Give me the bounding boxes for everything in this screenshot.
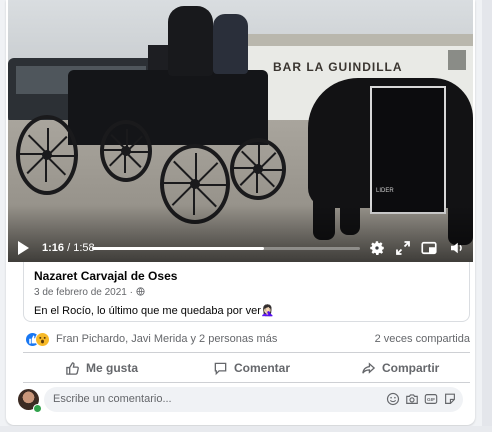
globe-icon bbox=[136, 287, 145, 296]
wheel-spoke bbox=[47, 128, 49, 155]
shared-post-date[interactable]: 3 de febrero de 2021 · bbox=[34, 287, 145, 298]
wheel-spoke bbox=[126, 135, 143, 153]
video-wheel-front-right bbox=[230, 138, 286, 200]
next-post-edge bbox=[0, 426, 492, 432]
wheel-spoke bbox=[20, 153, 47, 155]
wheel-spoke bbox=[195, 162, 219, 186]
divider bbox=[23, 382, 470, 383]
wheel-spoke bbox=[193, 184, 217, 208]
wheel-spoke bbox=[258, 145, 260, 169]
wheel-spoke bbox=[104, 149, 126, 151]
shared-post[interactable]: Nazaret Carvajal de Oses 3 de febrero de… bbox=[23, 262, 470, 322]
emoji-icon[interactable] bbox=[386, 392, 400, 406]
wow-reaction-icon[interactable] bbox=[35, 332, 50, 347]
wheel-spoke bbox=[195, 184, 226, 186]
share-count[interactable]: 2 veces compartida bbox=[375, 333, 470, 345]
comment-button[interactable]: Comentar bbox=[213, 356, 290, 380]
wheel-spoke bbox=[234, 167, 258, 169]
gear-icon[interactable] bbox=[368, 239, 386, 257]
wheel-spoke bbox=[126, 129, 128, 151]
video-passenger bbox=[213, 14, 248, 74]
reactions-bar: Fran Pichardo, Javi Merida y 2 personas … bbox=[23, 330, 470, 350]
divider bbox=[23, 352, 470, 353]
like-label: Me gusta bbox=[86, 361, 139, 375]
wheel-spoke bbox=[195, 153, 197, 184]
video-progress-bar[interactable] bbox=[92, 247, 360, 250]
share-icon bbox=[362, 361, 376, 374]
svg-text:GIF: GIF bbox=[427, 397, 435, 403]
video-wheel-rear-right bbox=[100, 120, 152, 182]
play-icon[interactable] bbox=[18, 241, 29, 255]
video-roof bbox=[238, 34, 473, 46]
shared-post-author[interactable]: Nazaret Carvajal de Oses bbox=[34, 269, 177, 283]
wheel-spoke bbox=[27, 134, 49, 155]
share-label: Compartir bbox=[382, 361, 440, 375]
wheel-spoke bbox=[124, 151, 142, 168]
date-separator: · bbox=[126, 287, 136, 298]
time-separator: / bbox=[64, 242, 74, 254]
comment-placeholder: Escribe un comentario... bbox=[53, 393, 172, 405]
fullscreen-icon[interactable] bbox=[394, 239, 412, 257]
post-date-text: 3 de febrero de 2021 bbox=[34, 287, 127, 298]
like-button[interactable]: Me gusta bbox=[65, 356, 138, 380]
wheel-spoke bbox=[164, 182, 195, 184]
video-time: 1:16 / 1:58 bbox=[42, 242, 95, 254]
comment-label: Comentar bbox=[234, 361, 291, 375]
wheel-spoke bbox=[258, 169, 282, 171]
video-player[interactable]: BAR LA GUINDILLA LIDER bbox=[8, 0, 473, 262]
video-driver bbox=[168, 6, 213, 76]
wheel-spoke bbox=[171, 182, 195, 206]
picture-in-picture-icon[interactable] bbox=[420, 239, 438, 257]
wheel-spoke bbox=[256, 169, 258, 193]
post-actions: Me gusta Comentar Compartir bbox=[23, 356, 470, 380]
camera-icon[interactable] bbox=[405, 392, 419, 406]
video-progress-fill bbox=[92, 247, 265, 250]
wheel-spoke bbox=[256, 169, 275, 188]
wheel-spoke bbox=[258, 152, 277, 171]
right-scroll-area[interactable] bbox=[482, 0, 492, 432]
post-card: BAR LA GUINDILLA LIDER 1:16 / 1:58 Nazar… bbox=[6, 0, 475, 425]
video-controls: 1:16 / 1:58 bbox=[8, 235, 473, 262]
online-status-dot bbox=[33, 404, 42, 413]
video-window bbox=[448, 50, 466, 70]
shared-post-text: En el Rocío, lo último que me quedaba po… bbox=[34, 305, 275, 317]
wheel-spoke bbox=[47, 155, 74, 157]
sticker-icon[interactable] bbox=[443, 392, 457, 406]
wheel-spoke bbox=[45, 155, 47, 182]
wheel-spoke bbox=[45, 155, 67, 176]
volume-icon[interactable] bbox=[448, 239, 466, 257]
wheel-spoke bbox=[173, 160, 197, 184]
wheel-spoke bbox=[124, 151, 126, 173]
comment-icon bbox=[214, 362, 227, 375]
share-button[interactable]: Compartir bbox=[361, 356, 439, 380]
video-wheel-rear-left bbox=[16, 115, 78, 195]
wheel-spoke bbox=[47, 135, 68, 157]
current-time: 1:16 bbox=[42, 242, 65, 254]
thumbs-up-icon bbox=[66, 361, 79, 375]
comment-input[interactable]: Escribe un comentario... GIF bbox=[44, 387, 463, 412]
gif-icon[interactable]: GIF bbox=[424, 392, 438, 406]
wheel-spoke bbox=[126, 151, 148, 153]
reaction-names[interactable]: Fran Pichardo, Javi Merida y 2 personas … bbox=[56, 333, 277, 345]
wheel-spoke bbox=[26, 153, 47, 175]
video-bar-sign: BAR LA GUINDILLA bbox=[273, 60, 403, 74]
video-horse-blanket bbox=[370, 86, 446, 214]
video-carriage bbox=[68, 70, 268, 145]
video-blanket-text: LIDER bbox=[376, 188, 394, 194]
